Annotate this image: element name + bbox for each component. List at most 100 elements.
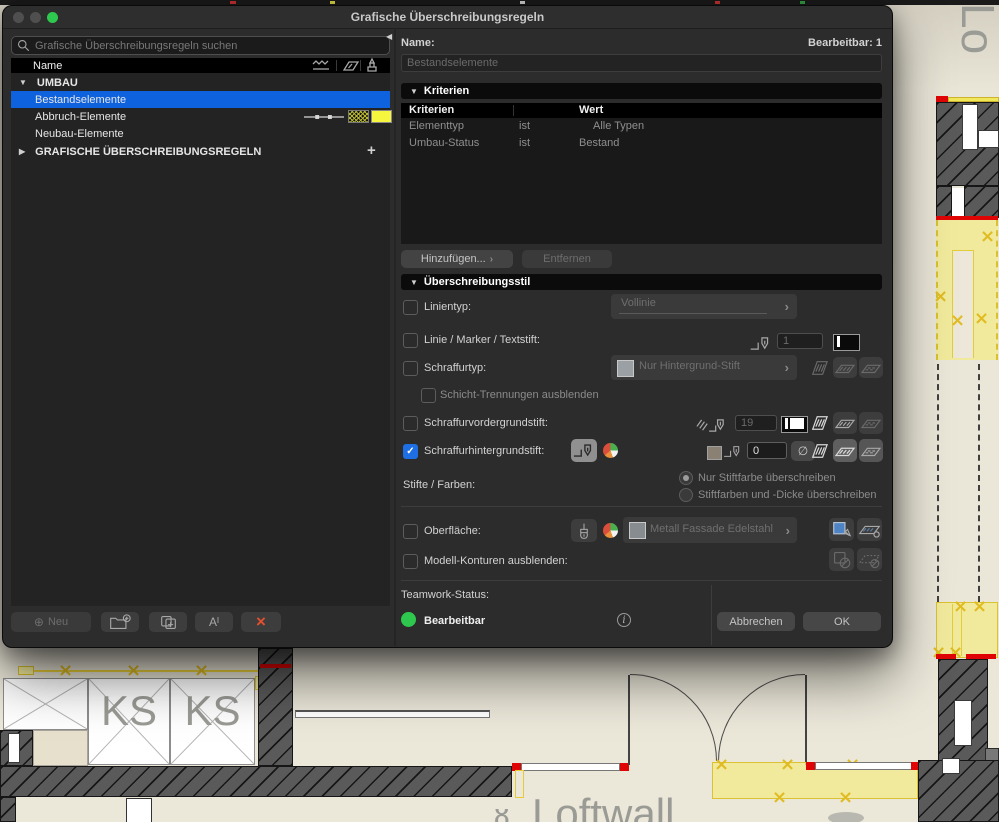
name-input[interactable] xyxy=(401,54,882,72)
criteria-row[interactable]: Elementtyp ist Alle Typen xyxy=(401,120,882,137)
linetype-column-icon[interactable] xyxy=(312,60,330,72)
highlight-outline xyxy=(515,770,524,798)
drafting-fill-icon xyxy=(860,442,882,460)
group-row-umbau[interactable]: ▼ UMBAU xyxy=(11,74,390,91)
fg-cover-fill-button[interactable] xyxy=(833,412,857,434)
criteria-col-header[interactable]: Kriterien xyxy=(409,104,454,116)
search-input[interactable]: Grafische Überschreibungsregeln suchen xyxy=(11,36,390,55)
contour-uncut-icon xyxy=(858,551,881,569)
rule-row-bestandselemente[interactable]: Bestandselemente xyxy=(11,91,390,108)
fill-column-icon[interactable] xyxy=(342,60,360,72)
screen: Lo × × × × × × × × × × × KS KS × × × × ᴕ… xyxy=(0,0,999,822)
pen-color-only-radio[interactable] xyxy=(679,471,693,485)
header-divider xyxy=(360,60,361,71)
cover-fill-icon xyxy=(834,442,856,460)
cancel-button[interactable]: Abbrechen xyxy=(717,612,795,631)
add-criteria-button[interactable]: Hinzufügen... › xyxy=(401,250,513,268)
bg-pen-picker-button[interactable] xyxy=(571,439,597,462)
surface-paint-button[interactable] xyxy=(571,519,597,542)
hide-skin-separators-label: Schicht-Trennungen ausblenden xyxy=(440,389,599,401)
cut-fill-button[interactable] xyxy=(807,357,831,378)
surface-dropdown[interactable]: Metall Fassade Edelstahl › xyxy=(623,517,797,543)
color-wheel-icon[interactable] xyxy=(603,443,618,458)
rules-list: Name ▼ UMBAU Bestandselemente Abbruch-El… xyxy=(11,58,392,606)
contours-cut-button[interactable] xyxy=(829,548,854,571)
hide-skin-separators-checkbox[interactable] xyxy=(421,388,436,403)
bg-drafting-fill-button[interactable] xyxy=(859,439,883,462)
fg-pen-number-input[interactable] xyxy=(735,415,777,431)
editable-count: Bearbeitbar: 1 xyxy=(808,37,882,49)
chevron-right-icon: › xyxy=(784,299,789,314)
dashed-line xyxy=(978,364,980,602)
new-button[interactable]: ⊕ Neu xyxy=(11,612,91,632)
import-folder-button[interactable] xyxy=(101,612,139,632)
delete-x-icon: × xyxy=(256,612,266,631)
hide-model-contours-label: Modell-Konturen ausblenden: xyxy=(424,555,568,567)
cover-fill-button[interactable] xyxy=(833,357,857,378)
bg-cut-fill-button[interactable] xyxy=(807,439,831,462)
list-header: Name xyxy=(11,58,390,73)
panel-divider[interactable] xyxy=(394,28,396,646)
surface-uncut-button[interactable] xyxy=(857,518,882,541)
toolbar-pixel xyxy=(520,1,525,4)
wall-segment xyxy=(964,186,999,218)
criteria-row[interactable]: Umbau-Status ist Bestand xyxy=(401,137,882,154)
criteria-table[interactable]: Kriterien Wert Elementtyp ist Alle Typen… xyxy=(401,103,882,244)
rule-row-abbruch[interactable]: Abbruch-Elemente xyxy=(11,108,392,125)
search-icon xyxy=(17,39,30,52)
fill-foreground-pen-checkbox[interactable] xyxy=(403,416,418,431)
criteria-section-header[interactable]: ▼ Kriterien xyxy=(401,83,882,99)
copy-icon xyxy=(159,614,178,631)
x-mark: × xyxy=(953,596,969,617)
pen-color-weight-radio[interactable] xyxy=(679,488,693,502)
chevron-right-icon: › xyxy=(785,523,790,538)
duplicate-button[interactable] xyxy=(149,612,187,632)
pen-column-icon[interactable] xyxy=(366,58,378,72)
drafting-fill-button[interactable] xyxy=(859,357,883,378)
bg-pen-number-input[interactable] xyxy=(747,442,787,459)
status-dot xyxy=(401,612,416,627)
x-mark: × xyxy=(933,286,949,307)
surface-checkbox[interactable] xyxy=(403,524,418,539)
color-wheel-icon[interactable] xyxy=(603,523,618,538)
highlight-marker xyxy=(18,666,34,675)
chevron-right-icon: › xyxy=(489,253,494,265)
contours-uncut-button[interactable] xyxy=(857,548,882,571)
pen-color-swatch[interactable] xyxy=(833,334,860,351)
pen-color-weight-label: Stiftfarben und -Dicke überschreiben xyxy=(698,489,877,501)
caret-right-icon[interactable]: ▶ xyxy=(19,147,25,156)
brush-icon xyxy=(575,522,593,540)
remove-criteria-button[interactable]: Entfernen xyxy=(522,250,612,268)
column-name[interactable]: Name xyxy=(33,60,62,72)
info-icon[interactable]: i xyxy=(617,613,631,627)
collapse-panel-icon[interactable]: ◀ xyxy=(386,32,392,41)
delete-button[interactable]: × xyxy=(241,612,281,632)
linetype-checkbox[interactable] xyxy=(403,300,418,315)
plan-blob xyxy=(828,812,864,822)
rename-button[interactable]: Aᴵ xyxy=(195,612,233,632)
plan-panel: KS xyxy=(170,678,255,765)
group-row-rules[interactable]: ▶ GRAFISCHE ÜBERSCHREIBUNGSREGELN + xyxy=(11,142,390,160)
fill-background-pen-checkbox[interactable]: ✓ xyxy=(403,444,418,459)
add-rule-icon[interactable]: + xyxy=(367,142,376,159)
fill-type-dropdown[interactable]: Nur Hintergrund-Stift › xyxy=(611,355,797,380)
teamwork-status-label: Teamwork-Status: xyxy=(401,589,490,601)
fg-pen-color-swatch[interactable] xyxy=(781,416,808,433)
rule-row-neubau[interactable]: Neubau-Elemente xyxy=(11,125,390,142)
fill-type-checkbox[interactable] xyxy=(403,361,418,376)
fg-drafting-fill-button[interactable] xyxy=(859,412,883,434)
hide-model-contours-checkbox[interactable] xyxy=(403,554,418,569)
pen-number-input[interactable] xyxy=(777,333,823,349)
fg-cut-fill-button[interactable] xyxy=(807,412,831,434)
override-style-section-header[interactable]: ▼ Überschreibungsstil xyxy=(401,274,882,290)
linetype-dropdown[interactable]: Vollinie › xyxy=(611,294,797,319)
x-mark: × xyxy=(772,787,788,808)
ok-button[interactable]: OK xyxy=(803,612,881,631)
caret-down-icon[interactable]: ▼ xyxy=(19,78,27,87)
titlebar[interactable]: Grafische Überschreibungsregeln xyxy=(3,6,892,29)
value-col-header[interactable]: Wert xyxy=(579,104,603,116)
plan-red-line xyxy=(260,664,291,668)
line-marker-pen-checkbox[interactable] xyxy=(403,333,418,348)
bg-cover-fill-button[interactable] xyxy=(833,439,857,462)
surface-cut-button[interactable] xyxy=(829,518,854,541)
